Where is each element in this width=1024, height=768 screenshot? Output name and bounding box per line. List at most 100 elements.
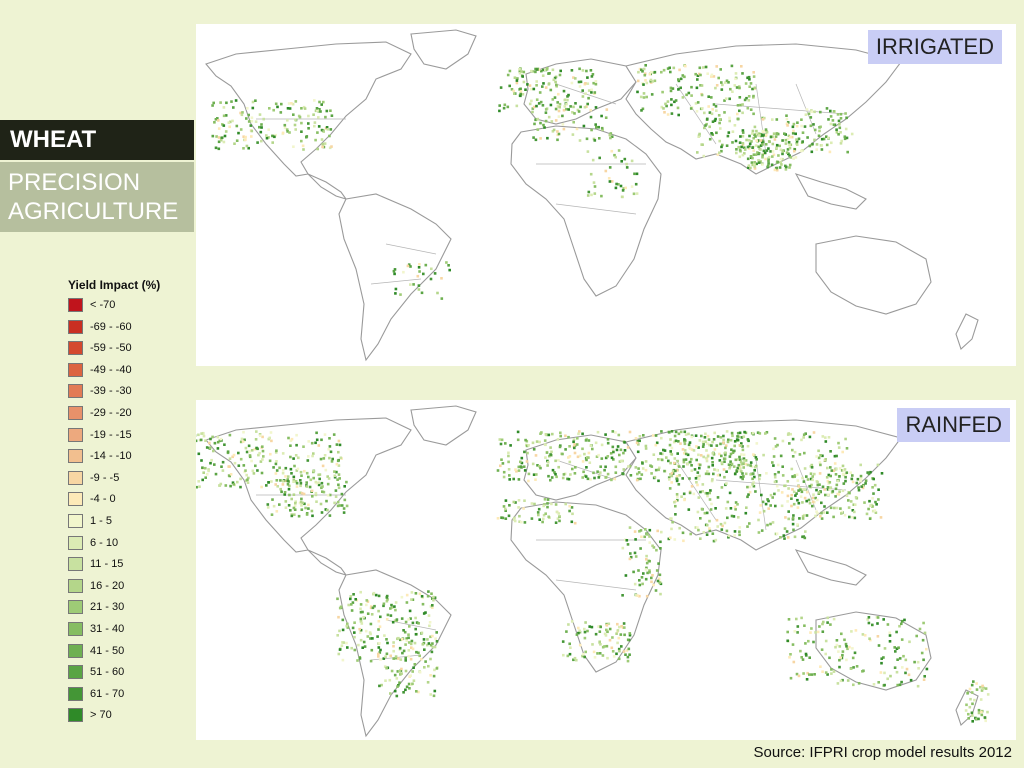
yield-cell — [741, 103, 744, 106]
yield-cell — [723, 475, 726, 479]
yield-cell — [558, 515, 561, 518]
yield-cell — [925, 667, 929, 671]
yield-cell — [219, 101, 222, 104]
yield-cell — [341, 658, 345, 662]
yield-cell — [832, 110, 836, 113]
yield-cell — [857, 682, 861, 685]
yield-cell — [245, 473, 248, 477]
yield-cell — [697, 496, 701, 499]
yield-cell — [741, 72, 744, 75]
yield-cell — [682, 539, 685, 543]
yield-cell — [581, 69, 585, 72]
yield-cell — [873, 509, 877, 512]
yield-cell — [829, 623, 832, 626]
yield-cell — [712, 438, 716, 441]
yield-cell — [229, 473, 233, 476]
yield-cell — [800, 616, 803, 620]
yield-cell — [554, 503, 558, 506]
yield-cell — [522, 70, 526, 74]
yield-cell — [202, 471, 205, 474]
yield-cell — [539, 121, 542, 125]
yield-cell — [789, 653, 792, 656]
yield-cell — [288, 131, 291, 134]
yield-cell — [504, 517, 508, 520]
yield-cell — [197, 452, 201, 456]
yield-cell — [235, 139, 239, 142]
yield-cell — [791, 643, 795, 646]
legend-swatch — [68, 621, 83, 636]
source-note: Source: IFPRI crop model results 2012 — [753, 744, 1012, 761]
yield-cell — [653, 475, 657, 479]
yield-cell — [751, 477, 754, 481]
legend-label: -29 - -20 — [90, 406, 132, 419]
yield-cell — [260, 139, 263, 143]
yield-cell — [407, 636, 410, 640]
yield-cell — [205, 473, 209, 476]
yield-cell — [644, 468, 648, 472]
yield-cell — [593, 139, 597, 142]
yield-cell — [692, 492, 696, 496]
yield-cell — [633, 582, 637, 586]
yield-cell — [741, 448, 745, 452]
yield-cell — [846, 679, 850, 682]
yield-cell — [708, 498, 712, 501]
yield-cell — [813, 138, 816, 142]
yield-cell — [578, 139, 582, 142]
yield-cell — [405, 593, 409, 597]
yield-cell — [749, 82, 753, 85]
yield-cell — [811, 504, 814, 508]
yield-cell — [565, 630, 568, 633]
yield-cell — [969, 697, 972, 701]
yield-cell — [683, 75, 686, 79]
legend-swatch — [68, 578, 83, 593]
yield-cell — [624, 574, 628, 577]
yield-cell — [399, 658, 403, 661]
yield-cell — [545, 68, 549, 71]
yield-cell — [859, 479, 862, 483]
yield-cell — [840, 512, 843, 515]
yield-cell — [550, 502, 553, 506]
yield-cell — [251, 106, 255, 110]
yield-cell — [565, 102, 568, 106]
yield-cell — [599, 625, 602, 629]
yield-cell — [650, 576, 653, 580]
yield-cell — [360, 622, 364, 625]
yield-cell — [221, 469, 225, 472]
yield-cell — [793, 450, 797, 454]
yield-cell — [772, 447, 775, 451]
yield-cell — [330, 114, 334, 117]
yield-cell — [695, 481, 698, 484]
yield-cell — [520, 520, 523, 524]
yield-cell — [725, 430, 729, 433]
yield-cell — [502, 505, 506, 508]
yield-cell — [750, 140, 753, 143]
yield-cell — [286, 483, 290, 486]
yield-cell — [883, 647, 887, 650]
yield-cell — [748, 522, 751, 525]
yield-cell — [600, 126, 604, 130]
yield-cell — [334, 489, 338, 492]
yield-cell — [626, 659, 630, 663]
yield-cell — [807, 639, 810, 643]
legend-item: 51 - 60 — [68, 662, 160, 684]
yield-cell — [268, 436, 271, 440]
yield-cell — [686, 462, 689, 466]
yield-cell — [328, 445, 332, 448]
yield-cell — [808, 656, 811, 659]
yield-cell — [406, 264, 410, 268]
yield-cell — [711, 478, 714, 481]
yield-cell — [922, 658, 925, 662]
yield-cell — [688, 477, 691, 480]
yield-cell — [852, 683, 855, 687]
yield-cell — [851, 516, 854, 519]
yield-cell — [320, 438, 323, 442]
yield-cell — [538, 91, 542, 94]
yield-cell — [337, 450, 340, 454]
yield-cell — [320, 138, 324, 141]
yield-cell — [242, 430, 245, 434]
yield-cell — [396, 685, 399, 688]
yield-cell — [508, 478, 511, 481]
yield-cell — [605, 624, 609, 627]
yield-cell — [536, 68, 539, 71]
yield-cell — [549, 103, 553, 107]
